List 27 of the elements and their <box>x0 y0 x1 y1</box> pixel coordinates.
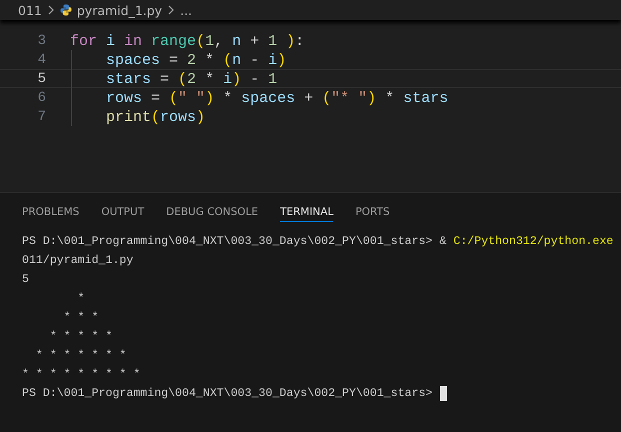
line-number: 4 <box>36 51 46 68</box>
terminal-cursor <box>440 386 448 401</box>
panel-tab[interactable]: PORTS <box>355 206 390 221</box>
panel-tab[interactable]: DEBUG CONSOLE <box>166 206 258 221</box>
breadcrumb-item[interactable]: 011 <box>18 2 42 18</box>
panel-tab[interactable]: PROBLEMS <box>22 206 80 221</box>
terminal-line: 011/pyramid_1.py <box>22 253 134 269</box>
code-line: stars = (2 * i) - 1 <box>70 70 278 87</box>
terminal-line: * * * * * * * * * * * * * * * * * * * * * * * * * <box>22 291 140 383</box>
code-line: rows = (" ") * spaces + ("* ") * stars <box>70 89 448 106</box>
python-file-icon <box>60 4 72 16</box>
terminal-line: 5 <box>22 272 29 288</box>
breadcrumb-item[interactable]: pyramid_1.py <box>76 2 162 18</box>
chevron-icon <box>167 5 176 15</box>
breadcrumb-more[interactable]: ... <box>180 2 192 18</box>
terminal-line: PS D:\001_Programming\004_NXT\003_30_Days\002_PY\001_stars> <box>22 386 434 402</box>
line-number: 7 <box>36 108 46 125</box>
line-number: 6 <box>36 89 46 106</box>
code-line: spaces = 2 * (n - i) <box>70 51 286 68</box>
code-line: for i in range(1, n + 1 ): <box>70 32 304 49</box>
panel-tab[interactable]: TERMINAL <box>280 206 334 222</box>
terminal-line: PS D:\001_Programming\004_NXT\003_30_Days\002_PY\001_stars> & C:/Python312/python.exe <box>22 234 614 250</box>
line-number: 3 <box>36 32 46 49</box>
line-number: 5 <box>36 70 46 87</box>
chevron-icon <box>46 5 55 15</box>
code-line: print(rows) <box>70 108 206 125</box>
panel-tab[interactable]: OUTPUT <box>101 206 144 221</box>
